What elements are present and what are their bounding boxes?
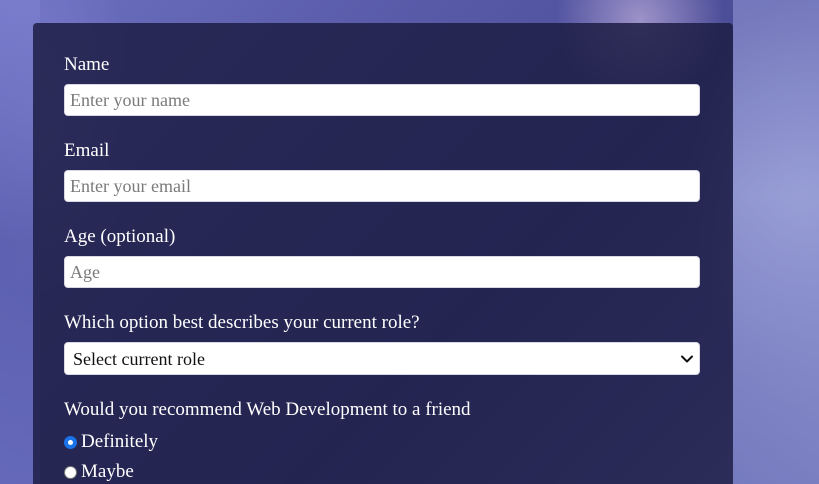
radio-option-maybe[interactable]: Maybe: [64, 457, 702, 484]
survey-form: Name Email Age (optional) Which option b…: [33, 23, 733, 484]
role-select-value: Select current role: [73, 349, 205, 369]
radio-option-definitely[interactable]: Definitely: [64, 427, 702, 457]
background-decoration-right: [733, 0, 819, 484]
email-input[interactable]: [64, 170, 700, 202]
role-select[interactable]: Select current role: [64, 342, 700, 375]
age-input[interactable]: [64, 256, 700, 288]
name-field-group: Name: [64, 54, 702, 116]
age-label: Age (optional): [64, 226, 176, 247]
age-field-group: Age (optional): [64, 226, 702, 288]
radio-label-definitely: Definitely: [81, 431, 159, 452]
role-label: Which option best describes your current…: [64, 312, 420, 333]
name-label: Name: [64, 54, 110, 75]
radio-button-maybe[interactable]: [64, 465, 77, 479]
recommend-question: Would you recommend Web Development to a…: [64, 399, 471, 420]
chevron-down-icon: [681, 355, 693, 363]
email-field-group: Email: [64, 140, 702, 202]
role-field-group: Which option best describes your current…: [64, 312, 702, 375]
recommend-field-group: Would you recommend Web Development to a…: [64, 399, 702, 484]
radio-button-definitely[interactable]: [64, 435, 77, 449]
radio-label-maybe: Maybe: [81, 461, 134, 482]
email-label: Email: [64, 140, 110, 161]
name-input[interactable]: [64, 84, 700, 116]
